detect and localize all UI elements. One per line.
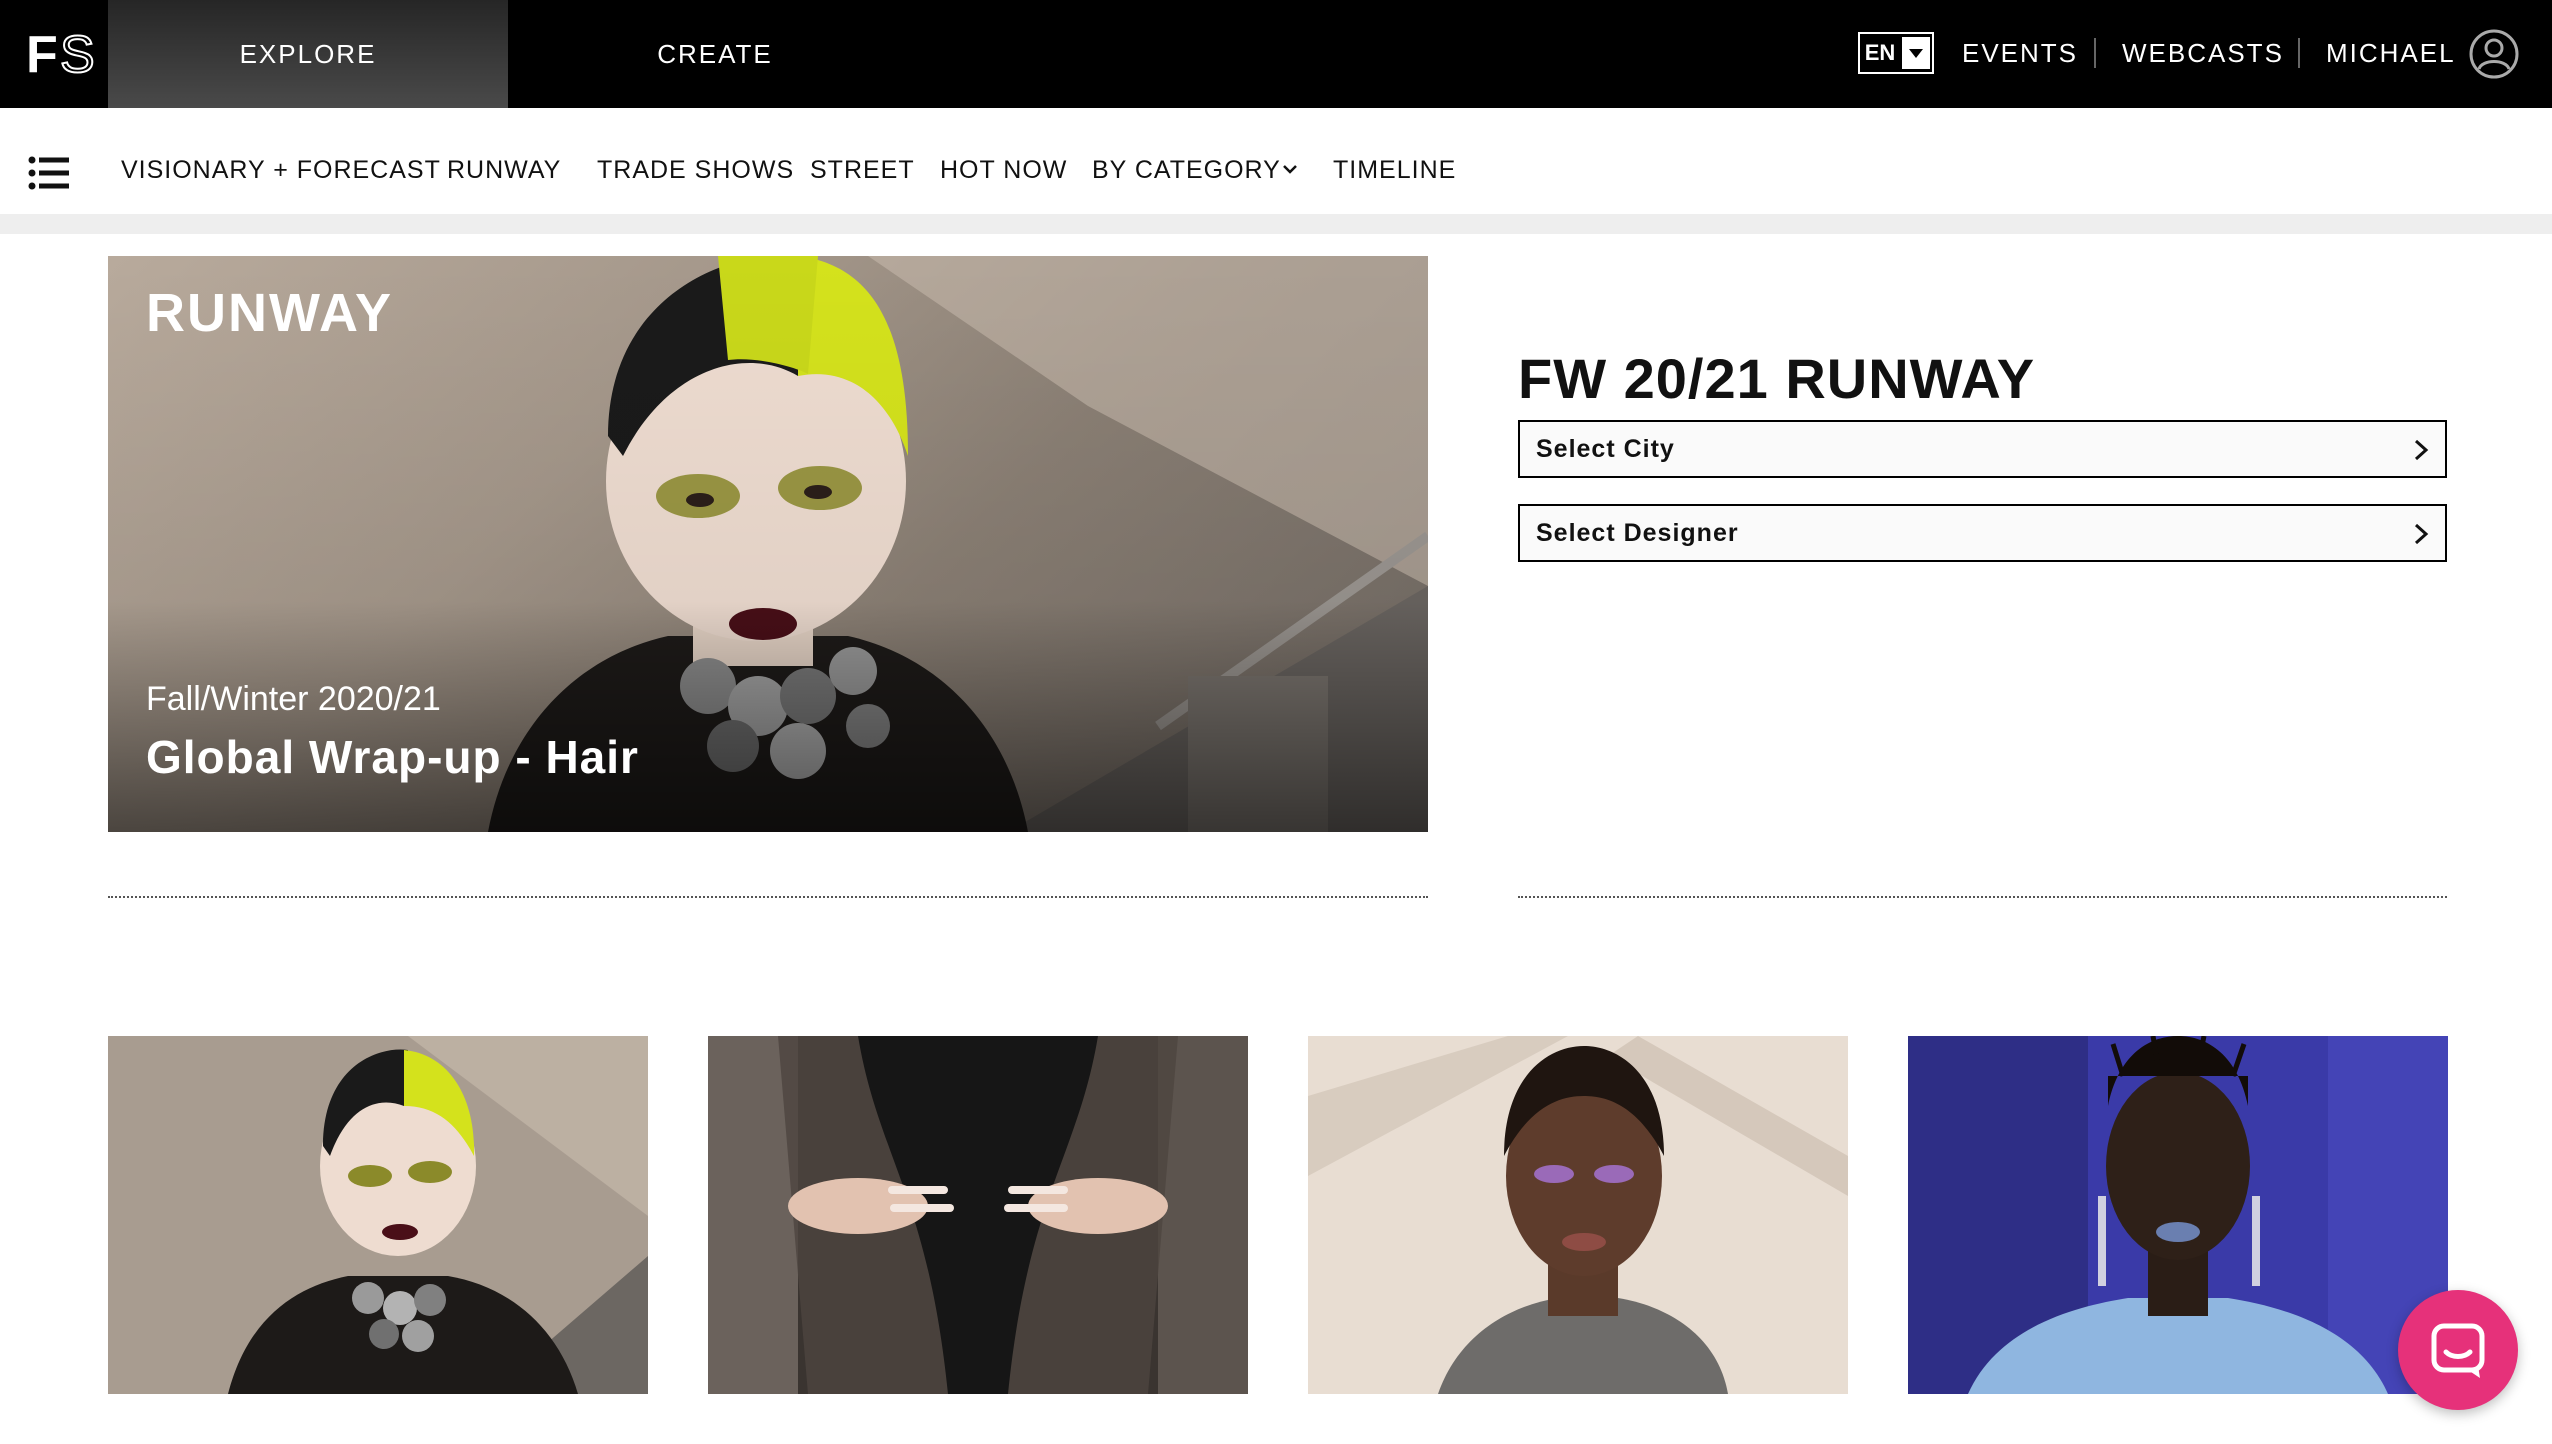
select-city-label: Select City <box>1536 434 1675 463</box>
nav-divider-band <box>0 214 2552 234</box>
thumbnail-card[interactable] <box>708 1036 1248 1394</box>
nav-timeline[interactable]: TIMELINE <box>1333 156 1456 185</box>
thumbnail-image-neon-hair <box>108 1036 648 1394</box>
language-select[interactable]: EN <box>1858 32 1934 74</box>
chevron-down-icon[interactable] <box>1281 160 1299 178</box>
thumbnail-card[interactable] <box>1308 1036 1848 1394</box>
runway-panel-title: FW 20/21 RUNWAY <box>1518 347 2036 410</box>
tab-explore-label: EXPLORE <box>239 38 377 69</box>
svg-text:S: S <box>60 26 95 80</box>
thumbnail-card[interactable] <box>108 1036 648 1394</box>
divider <box>2094 38 2096 68</box>
thumbnail-image-purple-eyeshadow <box>1308 1036 1848 1394</box>
chat-bubble-icon <box>2431 1323 2485 1378</box>
thumbnail-card[interactable] <box>1908 1036 2448 1394</box>
nav-hot-now[interactable]: HOT NOW <box>940 156 1067 185</box>
tab-create-label: CREATE <box>657 38 773 69</box>
language-code: EN <box>1864 40 1896 65</box>
nav-runway[interactable]: RUNWAY <box>447 156 561 185</box>
svg-text:F: F <box>26 26 56 80</box>
nav-visionary-forecast[interactable]: VISIONARY + FORECAST <box>121 156 441 185</box>
thumbnail-image-braids-blue-jacket <box>1908 1036 2448 1394</box>
chevron-right-icon <box>2414 523 2429 545</box>
hero-season: Fall/Winter 2020/21 <box>146 680 441 718</box>
user-name-link[interactable]: MICHAEL <box>2326 32 2456 74</box>
section-divider <box>108 896 1428 898</box>
tab-create[interactable]: CREATE <box>515 0 915 108</box>
hero-title[interactable]: Global Wrap-up - Hair <box>146 730 639 784</box>
tab-explore[interactable]: EXPLORE <box>108 0 508 122</box>
thumbnail-image-hands-dress <box>708 1036 1248 1394</box>
nav-by-category[interactable]: BY CATEGORY <box>1092 156 1281 185</box>
section-divider <box>1518 896 2447 898</box>
nav-trade-shows[interactable]: TRADE SHOWS <box>597 156 794 185</box>
select-designer-dropdown[interactable]: Select Designer <box>1518 504 2447 562</box>
webcasts-link[interactable]: WEBCASTS <box>2122 32 2284 74</box>
fs-logo[interactable]: F S <box>26 26 106 80</box>
caret-down-icon <box>1902 37 1930 69</box>
events-link[interactable]: EVENTS <box>1962 32 2078 74</box>
divider <box>2298 38 2300 68</box>
category-nav: VISIONARY + FORECAST RUNWAY TRADE SHOWS … <box>0 108 2552 214</box>
user-circle-icon[interactable] <box>2468 28 2520 80</box>
list-menu-icon[interactable] <box>28 156 70 190</box>
hero-section-label: RUNWAY <box>146 283 394 343</box>
hero-banner[interactable]: RUNWAY Fall/Winter 2020/21 Global Wrap-u… <box>108 256 1428 832</box>
chat-launcher-button[interactable] <box>2398 1290 2518 1410</box>
select-designer-label: Select Designer <box>1536 518 1739 547</box>
top-bar: F S EXPLORE CREATE EN EVENTS WEBCASTS MI… <box>0 0 2552 122</box>
chevron-right-icon <box>2414 439 2429 461</box>
select-city-dropdown[interactable]: Select City <box>1518 420 2447 478</box>
nav-street[interactable]: STREET <box>810 156 915 185</box>
